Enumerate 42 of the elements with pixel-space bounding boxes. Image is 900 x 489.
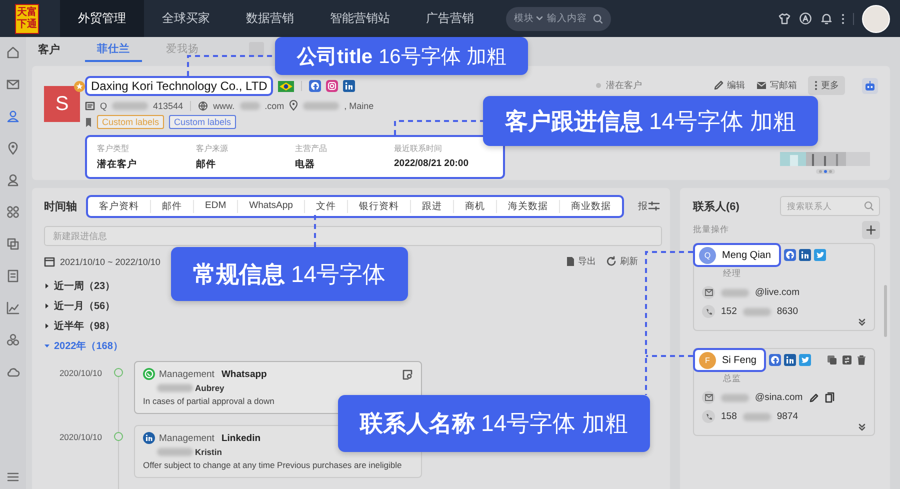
entry-note: Offer subject to change at any time Previous purchases are ineligible xyxy=(143,460,403,470)
panel-title: 时间轴 xyxy=(44,200,77,214)
contact-phone: 152 xyxy=(721,306,737,317)
entry-user: Management xyxy=(159,432,214,444)
contact-name: Si Feng xyxy=(722,354,756,366)
info-label: 最近联系时间 xyxy=(394,143,443,154)
section-title: 客户 xyxy=(38,42,60,57)
info-label: 主营产品 xyxy=(295,143,328,154)
info-value: 电器 xyxy=(295,158,316,171)
contact-phone: 8630 xyxy=(776,306,798,317)
contact-name: Meng Qian xyxy=(722,250,771,260)
info-value: 邮件 xyxy=(196,158,217,171)
contact-phone: 9874 xyxy=(776,411,798,422)
contact-title: 总监 xyxy=(722,373,742,385)
contact-email: @sina.com xyxy=(755,392,803,403)
address-text: , Maine xyxy=(344,100,374,110)
entry-user: Management xyxy=(159,368,214,380)
entry-note: In cases of partial approval a down xyxy=(143,396,276,406)
annotation-tooltip: 客户跟进信息 14号字体 加粗 xyxy=(483,96,818,146)
entry-date: 2020/10/10 xyxy=(58,431,102,444)
contact-avatar: Q xyxy=(699,246,716,264)
entry-channel: Whatsapp xyxy=(221,368,267,380)
panel-title: 联系人(6) xyxy=(693,200,740,214)
status-text: 潜在客户 xyxy=(606,79,642,92)
entry-date: 2020/10/10 xyxy=(58,367,102,380)
tax-id: Q xyxy=(100,100,108,110)
info-label: 客户类型 xyxy=(97,143,130,154)
info-value: 潜在客户 xyxy=(97,158,138,171)
info-value: 2022/08/21 20:00 xyxy=(394,158,470,169)
entry-channel: Linkedin xyxy=(221,432,261,444)
annotation-tooltip: 常规信息 14号字体 xyxy=(171,247,408,301)
contact-email: @live.com xyxy=(755,287,800,298)
contact-title: 经理 xyxy=(722,268,742,280)
info-label: 客户来源 xyxy=(196,143,229,154)
contact-phone: 158 xyxy=(721,411,737,422)
contact-avatar: F xyxy=(699,352,716,368)
entry-contact: Aubrey xyxy=(195,383,224,393)
tax-id: 413544 xyxy=(153,100,184,110)
company-name: Daxing Kori Technology Co., LTD xyxy=(85,76,274,96)
annotation-tooltip: 公司title 16号字体 加粗 xyxy=(275,37,528,75)
annotation-tooltip: 联系人名称 14号字体 加粗 xyxy=(338,395,650,452)
entry-contact: Kristin xyxy=(195,447,222,457)
